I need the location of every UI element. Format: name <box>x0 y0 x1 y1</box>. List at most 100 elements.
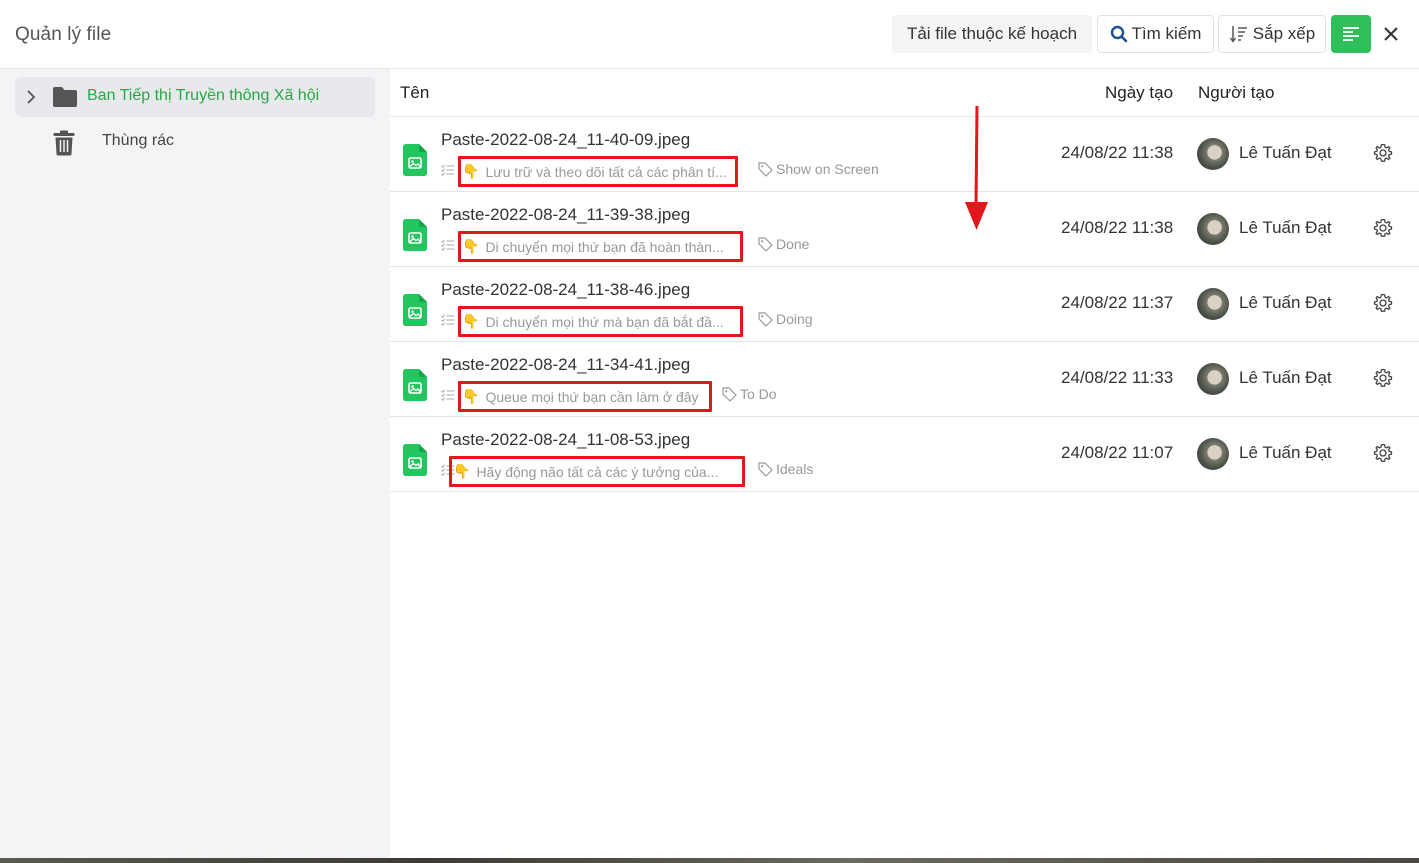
close-icon <box>1384 27 1398 41</box>
created-date: 24/08/22 11:07 <box>1061 443 1174 462</box>
avatar <box>1197 438 1229 470</box>
checklist-icon <box>441 389 455 401</box>
gear-icon[interactable] <box>1373 143 1393 163</box>
gear-icon[interactable] <box>1373 293 1393 313</box>
tag-icon <box>758 311 773 327</box>
trash-item[interactable]: Thùng rác <box>15 121 375 161</box>
highlighted-description: 👇 Queue mọi thứ bạn cần làm ở đây <box>458 381 712 412</box>
tag-icon <box>758 236 773 252</box>
file-tag[interactable]: To Do <box>722 386 777 402</box>
chevron-right-icon[interactable] <box>25 89 37 105</box>
red-arrow-annotation <box>965 106 988 230</box>
creator-name: Lê Tuấn Đạt <box>1239 368 1332 387</box>
file-meta-line: 👇 Di chuyển mọi thứ bạn đã hoàn thàn... … <box>441 231 1001 262</box>
file-name[interactable]: Paste-2022-08-24_11-38-46.jpeg <box>441 280 690 300</box>
tag-icon <box>722 386 737 402</box>
file-description: Queue mọi thứ bạn cần làm ở đây <box>485 388 699 405</box>
file-list-panel: Tên Ngày tạo Người tạo Paste-2022-08-24_… <box>390 69 1419 858</box>
file-row[interactable]: Paste-2022-08-24_11-08-53.jpeg 👇 Hãy độn… <box>390 417 1419 492</box>
column-creator-header[interactable]: Người tạo <box>1198 83 1274 103</box>
file-name[interactable]: Paste-2022-08-24_11-08-53.jpeg <box>441 430 690 450</box>
created-date: 24/08/22 11:38 <box>1061 143 1174 162</box>
highlighted-description: 👇 Di chuyển mọi thứ mà bạn đã bắt đầ... <box>458 306 743 337</box>
creator-name: Lê Tuấn Đạt <box>1239 218 1332 237</box>
view-menu-button[interactable] <box>1331 15 1371 53</box>
creator-name: Lê Tuấn Đạt <box>1239 443 1332 462</box>
highlighted-description: 👇 Hãy động não tất cả các ý tưởng của... <box>449 456 745 487</box>
file-row[interactable]: Paste-2022-08-24_11-39-38.jpeg 👇 Di chuy… <box>390 192 1419 267</box>
column-name-header[interactable]: Tên <box>400 83 429 103</box>
dialog-header: Quản lý file Tải file thuộc kế hoạch Tìm… <box>0 0 1419 69</box>
image-file-icon <box>403 219 427 251</box>
gear-icon[interactable] <box>1373 218 1393 238</box>
tag-label: Ideals <box>776 461 814 477</box>
file-name[interactable]: Paste-2022-08-24_11-34-41.jpeg <box>441 355 690 375</box>
checklist-icon <box>441 314 455 326</box>
tag-label: Show on Screen <box>776 161 879 177</box>
pointing-down-emoji: 👇 <box>453 463 471 480</box>
gear-icon[interactable] <box>1373 443 1393 463</box>
image-file-icon <box>403 444 427 476</box>
search-button[interactable]: Tìm kiếm <box>1097 15 1214 53</box>
file-name[interactable]: Paste-2022-08-24_11-40-09.jpeg <box>441 130 690 150</box>
gear-icon[interactable] <box>1373 368 1393 388</box>
sort-button[interactable]: Sắp xếp <box>1218 15 1326 53</box>
align-left-icon <box>1343 27 1359 41</box>
file-meta-line: 👇 Hãy động não tất cả các ý tưởng của...… <box>441 456 1001 487</box>
file-name[interactable]: Paste-2022-08-24_11-39-38.jpeg <box>441 205 690 225</box>
file-description: Di chuyển mọi thứ mà bạn đã bắt đầ... <box>485 313 724 330</box>
highlighted-description: 👇 Di chuyển mọi thứ bạn đã hoàn thàn... <box>458 231 743 262</box>
sort-label: Sắp xếp <box>1252 24 1316 43</box>
folder-sidebar: Ban Tiếp thị Truyền thông Xã hội Thùng r… <box>0 69 390 858</box>
folder-icon <box>53 87 77 107</box>
tag-icon <box>758 461 773 477</box>
file-tag[interactable]: Show on Screen <box>758 161 879 177</box>
file-description: Hãy động não tất cả các ý tưởng của... <box>476 463 719 480</box>
checklist-icon <box>441 239 455 251</box>
file-tag[interactable]: Ideals <box>758 461 813 477</box>
file-row[interactable]: Paste-2022-08-24_11-40-09.jpeg 👇 Lưu trữ… <box>390 117 1419 192</box>
pointing-down-emoji: 👇 <box>462 163 480 180</box>
file-description: Lưu trữ và theo dõi tất cả các phân tí..… <box>485 163 727 180</box>
file-tag[interactable]: Doing <box>758 311 813 327</box>
avatar <box>1197 363 1229 395</box>
file-manager-dialog: Quản lý file Tải file thuộc kế hoạch Tìm… <box>0 0 1419 858</box>
search-label: Tìm kiếm <box>1131 24 1202 43</box>
table-header: Tên Ngày tạo Người tạo <box>390 69 1419 117</box>
tag-icon <box>758 161 773 177</box>
tag-label: To Do <box>740 386 777 402</box>
close-button[interactable] <box>1375 15 1407 53</box>
highlighted-description: 👇 Lưu trữ và theo dõi tất cả các phân tí… <box>458 156 738 187</box>
file-meta-line: 👇 Di chuyển mọi thứ mà bạn đã bắt đầ... … <box>441 306 1001 337</box>
created-date: 24/08/22 11:33 <box>1061 368 1174 387</box>
file-row[interactable]: Paste-2022-08-24_11-34-41.jpeg 👇 Queue m… <box>390 342 1419 417</box>
trash-label: Thùng rác <box>102 132 175 149</box>
avatar <box>1197 138 1229 170</box>
desktop-background-strip <box>0 858 1419 863</box>
image-file-icon <box>403 144 427 176</box>
creator-name: Lê Tuấn Đạt <box>1239 143 1332 162</box>
plan-files-button[interactable]: Tải file thuộc kế hoạch <box>892 15 1092 53</box>
folder-tree-item[interactable]: Ban Tiếp thị Truyền thông Xã hội <box>15 77 375 117</box>
column-date-header[interactable]: Ngày tạo <box>1105 83 1173 103</box>
file-row[interactable]: Paste-2022-08-24_11-38-46.jpeg 👇 Di chuy… <box>390 267 1419 342</box>
tag-label: Done <box>776 236 810 252</box>
trash-icon <box>53 130 75 156</box>
sort-icon <box>1229 26 1247 43</box>
creator-name: Lê Tuấn Đạt <box>1239 293 1332 312</box>
plan-files-label: Tải file thuộc kế hoạch <box>906 24 1078 43</box>
file-description: Di chuyển mọi thứ bạn đã hoàn thàn... <box>485 238 724 255</box>
image-file-icon <box>403 369 427 401</box>
file-meta-line: 👇 Queue mọi thứ bạn cần làm ở đây To Do <box>441 381 1001 412</box>
search-icon <box>1110 25 1127 43</box>
pointing-down-emoji: 👇 <box>462 313 480 330</box>
pointing-down-emoji: 👇 <box>462 238 480 255</box>
avatar <box>1197 288 1229 320</box>
avatar <box>1197 213 1229 245</box>
file-meta-line: 👇 Lưu trữ và theo dõi tất cả các phân tí… <box>441 156 1001 187</box>
dialog-title: Quản lý file <box>15 24 112 45</box>
created-date: 24/08/22 11:38 <box>1061 218 1174 237</box>
file-tag[interactable]: Done <box>758 236 809 252</box>
folder-label: Ban Tiếp thị Truyền thông Xã hội <box>87 87 320 104</box>
image-file-icon <box>403 294 427 326</box>
